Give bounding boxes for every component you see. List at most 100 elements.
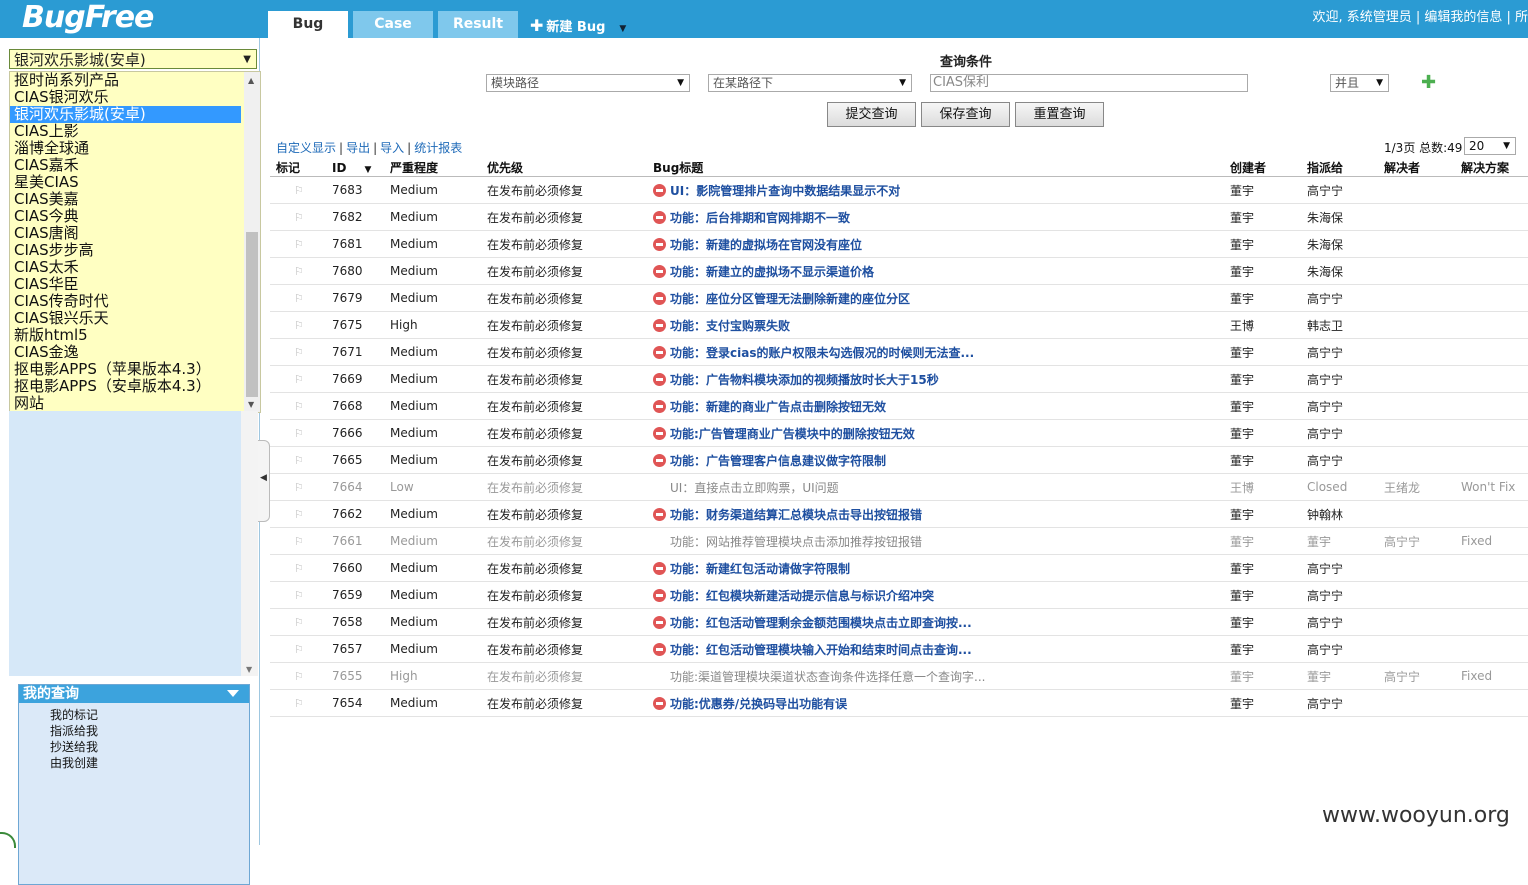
cell-title[interactable]: 功能：新建立的虚拟场不显示渠道价格 [647,257,1224,285]
cell-title[interactable]: 功能:优惠券/兑换码导出功能有误 [647,689,1224,717]
cell-title[interactable]: 功能:渠道管理模块渠道状态查询条件选择任意一个查询字... [647,662,1224,690]
bug-title-link[interactable]: 功能：网站推荐管理模块点击添加推荐按钮报错 [670,535,922,549]
cell-id[interactable]: 7654 [326,689,384,717]
product-list-item[interactable]: CIAS金逸 [10,344,260,361]
flag-icon[interactable]: ⚐ [276,373,304,386]
collapse-icon[interactable] [227,690,239,697]
cell-mark[interactable]: ⚐ [270,392,326,420]
cell-id[interactable]: 7661 [326,527,384,555]
cell-mark[interactable]: ⚐ [270,230,326,258]
table-row[interactable]: ⚐ 7681 Medium 在发布前必须修复 功能：新建的虚拟场在官网没有座位 董宇 朱海保 [270,230,1528,258]
flag-icon[interactable]: ⚐ [276,400,304,413]
cell-id[interactable]: 7679 [326,284,384,312]
flag-icon[interactable]: ⚐ [276,616,304,629]
query-value-input[interactable]: CIAS保利 [930,74,1248,92]
table-row[interactable]: ⚐ 7662 Medium 在发布前必须修复 功能：财务渠道结算汇总模块点击导出按钮报错… [270,500,1528,528]
cell-id[interactable]: 7683 [326,176,384,204]
cell-title[interactable]: 功能：新建的商业广告点击删除按钮无效 [647,392,1224,420]
cell-mark[interactable]: ⚐ [270,662,326,690]
product-list-item[interactable]: 新版html5 [10,327,260,344]
table-row[interactable]: ⚐ 7660 Medium 在发布前必须修复 功能：新建红包活动请做字符限制 董宇 高宁宁 [270,554,1528,582]
sort-desc-icon[interactable]: ▼ [364,165,371,175]
bug-title-link[interactable]: 功能：支付宝购票失败 [670,319,790,333]
chevron-down-icon[interactable]: ▼ [243,50,251,70]
cell-mark[interactable]: ⚐ [270,608,326,636]
cell-id[interactable]: 7665 [326,446,384,474]
cell-mark[interactable]: ⚐ [270,689,326,717]
cell-title[interactable]: UI：影院管理排片查询中数据结果显示不对 [647,176,1224,204]
cell-id[interactable]: 7671 [326,338,384,366]
flag-icon[interactable]: ⚐ [276,319,304,332]
product-list-item[interactable]: CIAS银兴乐天 [10,310,260,327]
cell-title[interactable]: 功能：新建的虚拟场在官网没有座位 [647,230,1224,258]
product-list-item[interactable]: CIAS美嘉 [10,191,260,208]
col-header-resolver[interactable]: 解决者 [1378,159,1455,177]
module-tree[interactable] [9,411,241,676]
cell-id[interactable]: 7669 [326,365,384,393]
bug-title-link[interactable]: 功能：广告物料模块添加的视频播放时长大于15秒 [670,373,939,387]
product-list-item[interactable]: CIAS传奇时代 [10,293,260,310]
cell-title[interactable]: 功能：广告管理客户信息建议做字符限制 [647,446,1224,474]
product-list-item[interactable]: CIAS太禾 [10,259,260,276]
product-list-item[interactable]: 银河欢乐影城(安卓) [10,106,241,123]
panel-splitter[interactable]: ◀ [258,440,270,522]
col-header-id[interactable]: ID ▼ [326,159,384,177]
query-logic-select[interactable]: 并且 ▼ [1330,74,1389,92]
bug-title-link[interactable]: 功能:广告管理商业广告模块中的删除按钮无效 [670,427,915,441]
my-query-item-cc[interactable]: 抄送给我 [19,739,249,755]
flag-icon[interactable]: ⚐ [276,670,304,683]
tab-bug[interactable]: Bug [268,11,348,38]
flag-icon[interactable]: ⚐ [276,697,304,710]
bug-title-link[interactable]: UI：影院管理排片查询中数据结果显示不对 [670,184,900,198]
cell-id[interactable]: 7681 [326,230,384,258]
col-header-mark[interactable]: 标记 [270,159,326,177]
table-row[interactable]: ⚐ 7666 Medium 在发布前必须修复 功能:广告管理商业广告模块中的删除按钮无效… [270,419,1528,447]
flag-icon[interactable]: ⚐ [276,643,304,656]
cell-mark[interactable]: ⚐ [270,311,326,339]
cell-mark[interactable]: ⚐ [270,203,326,231]
bug-title-link[interactable]: 功能：红包活动管理剩余金额范围模块点击立即查询按... [670,616,972,630]
query-operator-select[interactable]: 在某路径下 ▼ [708,74,912,92]
product-list-item[interactable]: CIAS华臣 [10,276,260,293]
add-condition-icon[interactable]: ✚ [1421,72,1436,93]
bug-title-link[interactable]: 功能：登录cias的账户权限未勾选假况的时候则无法查... [670,346,974,360]
scroll-down-icon[interactable]: ▼ [248,400,254,409]
query-field-select[interactable]: 模块路径 ▼ [486,74,690,92]
chevron-down-icon[interactable]: ▼ [899,75,906,91]
chevron-down-icon[interactable]: ▼ [677,75,684,91]
table-row[interactable]: ⚐ 7658 Medium 在发布前必须修复 功能：红包活动管理剩余金额范围模块点击立即… [270,608,1528,636]
bug-title-link[interactable]: 功能：新建立的虚拟场不显示渠道价格 [670,265,874,279]
cell-title[interactable]: 功能:广告管理商业广告模块中的删除按钮无效 [647,419,1224,447]
product-list-item[interactable]: CIAS唐阁 [10,225,260,242]
save-query-button[interactable]: 保存查询 [921,102,1010,127]
flag-icon[interactable]: ⚐ [276,211,304,224]
cell-id[interactable]: 7666 [326,419,384,447]
cell-mark[interactable]: ⚐ [270,527,326,555]
product-list-scrollbar[interactable]: ▲ ▼ [244,72,260,412]
cell-mark[interactable]: ⚐ [270,581,326,609]
cell-title[interactable]: 功能：红包活动管理模块输入开始和结束时间点击查询... [647,635,1224,663]
flag-icon[interactable]: ⚐ [276,346,304,359]
flag-icon[interactable]: ⚐ [276,562,304,575]
product-list-item[interactable]: 抠时尚系列产品 [10,72,260,89]
flag-icon[interactable]: ⚐ [276,535,304,548]
scroll-down-icon[interactable]: ▼ [246,665,252,674]
bugfree-logo[interactable]: BugFree [22,0,154,35]
cell-mark[interactable]: ⚐ [270,419,326,447]
product-list-item[interactable]: CIAS银河欢乐 [10,89,260,106]
table-row[interactable]: ⚐ 7657 Medium 在发布前必须修复 功能：红包活动管理模块输入开始和结束时间点… [270,635,1528,663]
cell-id[interactable]: 7660 [326,554,384,582]
my-query-header[interactable]: 我的查询 [19,685,249,703]
table-row[interactable]: ⚐ 7659 Medium 在发布前必须修复 功能：红包模块新建活动提示信息与标识介绍冲… [270,581,1528,609]
col-header-title[interactable]: Bug标题 [647,159,1224,177]
table-row[interactable]: ⚐ 7654 Medium 在发布前必须修复 功能:优惠券/兑换码导出功能有误 董宇 高宁宁 [270,689,1528,717]
cell-id[interactable]: 7657 [326,635,384,663]
cell-id[interactable]: 7659 [326,581,384,609]
cell-title[interactable]: UI：直接点击立即购票，UI问题 [647,473,1224,501]
tab-result[interactable]: Result [438,11,518,38]
submit-query-button[interactable]: 提交查询 [827,102,916,127]
bug-title-link[interactable]: 功能：座位分区管理无法删除新建的座位分区 [670,292,910,306]
cell-mark[interactable]: ⚐ [270,284,326,312]
product-list-item[interactable]: CIAS步步高 [10,242,260,259]
table-row[interactable]: ⚐ 7655 High 在发布前必须修复 功能:渠道管理模块渠道状态查询条件选择任意一个… [270,662,1528,690]
